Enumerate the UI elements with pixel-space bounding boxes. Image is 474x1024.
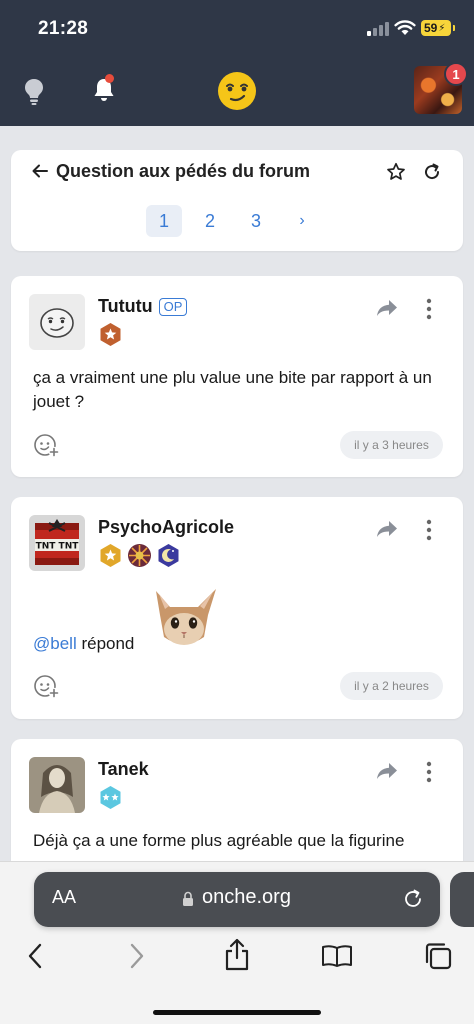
lightbulb-icon[interactable] xyxy=(22,77,46,105)
lock-icon xyxy=(183,891,193,906)
post-card: TNT TNT PsychoAgricole @bell répond il y… xyxy=(11,497,463,719)
post-avatar[interactable]: TNT TNT xyxy=(29,515,85,571)
avatar-notification-badge: 1 xyxy=(444,62,468,86)
wifi-icon xyxy=(394,20,416,35)
next-tab-preview[interactable] xyxy=(450,872,474,927)
share-icon[interactable] xyxy=(375,761,399,781)
share-icon[interactable] xyxy=(375,298,399,318)
sunburst-badge-icon xyxy=(128,544,151,567)
double-star-badge-icon xyxy=(100,786,121,809)
url-text: onche.org xyxy=(202,886,291,908)
moon-badge-icon xyxy=(158,544,179,567)
post-body: @bell répond xyxy=(33,632,134,656)
post-body: Déjà ça a une forme plus agréable que la… xyxy=(33,831,405,850)
portrait-avatar-icon xyxy=(29,757,85,813)
back-arrow-icon[interactable] xyxy=(31,162,49,180)
add-reaction-icon[interactable] xyxy=(33,433,61,459)
add-reaction-icon[interactable] xyxy=(33,674,61,700)
browser-toolbar: AA onche.org xyxy=(0,861,474,1024)
user-mention-link[interactable]: @bell xyxy=(33,634,77,653)
next-page-button[interactable]: › xyxy=(284,205,320,237)
cat-sticker-image xyxy=(156,589,216,645)
user-badges xyxy=(98,543,181,568)
share-sheet-icon[interactable] xyxy=(224,938,250,972)
user-badges xyxy=(98,322,123,347)
battery-indicator: 59 ⚡ xyxy=(421,20,455,36)
page-3-button[interactable]: 3 xyxy=(238,205,274,237)
reader-options-button[interactable]: AA xyxy=(52,887,76,908)
post-author[interactable]: PsychoAgricole xyxy=(98,517,234,538)
status-time: 21:28 xyxy=(38,18,89,39)
more-options-icon[interactable] xyxy=(425,761,433,783)
topic-header-card: Question aux pédés du forum 1 2 3 › xyxy=(11,150,463,251)
page-2-button[interactable]: 2 xyxy=(192,205,228,237)
notifications-button[interactable] xyxy=(92,74,116,109)
post-author[interactable]: Tututu OP xyxy=(98,296,188,317)
topic-title: Question aux pédés du forum xyxy=(56,161,311,181)
post-card: Tututu OP ça a vraiment une plu value un… xyxy=(11,276,463,477)
post-avatar[interactable] xyxy=(29,294,85,350)
post-timestamp: il y a 3 heures xyxy=(340,431,443,459)
more-options-icon[interactable] xyxy=(425,519,433,541)
face-avatar-icon xyxy=(40,308,74,338)
gold-star-badge-icon xyxy=(100,544,121,567)
share-icon[interactable] xyxy=(375,519,399,539)
reload-icon[interactable] xyxy=(402,888,424,910)
pagination: 1 2 3 › xyxy=(146,205,320,237)
post-author[interactable]: Tanek xyxy=(98,759,149,780)
post-body: ça a vraiment une plu value une bite par… xyxy=(33,368,432,411)
back-icon[interactable] xyxy=(26,942,44,970)
star-icon[interactable] xyxy=(386,162,406,182)
app-header: 21:28 59 ⚡ 1 xyxy=(0,0,474,126)
battery-level: 59 xyxy=(424,21,438,35)
charging-icon: ⚡ xyxy=(438,22,446,34)
home-indicator xyxy=(153,1010,321,1015)
user-badges xyxy=(98,785,123,810)
bookmarks-icon[interactable] xyxy=(321,944,353,968)
author-name: Tanek xyxy=(98,759,149,779)
refresh-icon[interactable] xyxy=(422,162,442,182)
notification-dot xyxy=(105,74,114,83)
cell-signal-icon xyxy=(367,22,389,36)
post-avatar[interactable] xyxy=(29,757,85,813)
address-bar[interactable]: AA onche.org xyxy=(34,872,440,927)
post-timestamp: il y a 2 heures xyxy=(340,672,443,700)
author-name: Tututu xyxy=(98,296,153,316)
tabs-icon[interactable] xyxy=(423,941,453,971)
onche-logo-icon[interactable] xyxy=(216,70,258,112)
author-name: PsychoAgricole xyxy=(98,517,235,537)
post-body-text: répond xyxy=(76,634,135,653)
svg-text:TNT TNT: TNT TNT xyxy=(36,542,80,552)
tnt-block-avatar-icon: TNT TNT xyxy=(29,515,85,571)
page-1-button[interactable]: 1 xyxy=(146,205,182,237)
forward-icon[interactable] xyxy=(128,942,146,970)
more-options-icon[interactable] xyxy=(425,298,433,320)
op-tag: OP xyxy=(158,297,188,316)
bronze-star-badge-icon xyxy=(100,323,121,346)
